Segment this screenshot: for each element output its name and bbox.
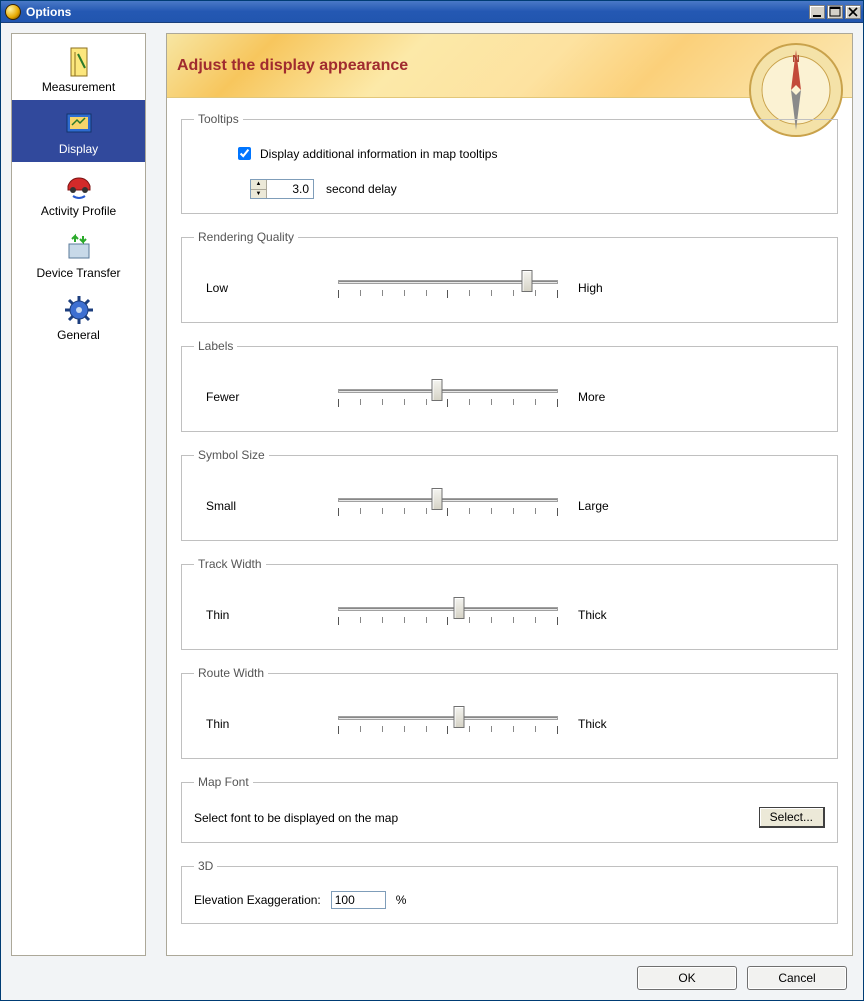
slider-low-label: Fewer [198,390,338,404]
route-width-group: Route Width Thin Thick [181,666,838,759]
track-width-group: Track Width Thin Thick [181,557,838,650]
sidebar-item-label: Measurement [42,80,115,94]
group-legend: Tooltips [194,112,243,126]
sidebar-item-display[interactable]: Display [12,100,145,162]
map-font-desc: Select font to be displayed on the map [194,811,398,825]
car-icon [63,170,95,202]
slider-high-label: Thick [558,608,678,622]
tooltips-checkbox[interactable] [238,147,251,160]
slider-low-label: Low [198,281,338,295]
group-legend: Map Font [194,775,253,789]
labels-group: Labels Fewer More [181,339,838,432]
spin-up-icon[interactable]: ▲ [251,180,266,190]
slider-high-label: High [558,281,678,295]
elevation-input[interactable] [331,891,386,909]
sidebar-item-label: General [57,328,100,342]
symbol-size-slider[interactable] [338,486,558,526]
window-buttons [807,5,861,19]
slider-high-label: Thick [558,717,678,731]
elevation-label: Elevation Exaggeration: [194,893,321,907]
sidebar-item-general[interactable]: General [12,286,145,348]
group-legend: Track Width [194,557,266,571]
track-width-slider[interactable] [338,595,558,635]
maximize-button[interactable] [827,5,843,19]
slider-low-label: Small [198,499,338,513]
svg-text:N: N [792,54,799,65]
select-font-button[interactable]: Select... [759,807,825,828]
titlebar: Options [1,1,863,23]
delay-spinner[interactable]: ▲ ▼ [250,179,314,199]
close-button[interactable] [845,5,861,19]
sidebar-item-device-transfer[interactable]: Device Transfer [12,224,145,286]
group-legend: Labels [194,339,237,353]
client-area: Measurement Display Ac [1,23,863,1000]
sidebar-item-label: Activity Profile [41,204,116,218]
transfer-icon [63,232,95,264]
dialog-footer: OK Cancel [11,956,853,1000]
banner: Adjust the display appearance N [167,34,852,98]
ruler-icon [63,46,95,78]
main-panel: Adjust the display appearance N Tooltips [166,33,853,956]
minimize-button[interactable] [809,5,825,19]
slider-low-label: Thin [198,717,338,731]
group-legend: Route Width [194,666,268,680]
delay-suffix: second delay [326,182,397,196]
sidebar: Measurement Display Ac [11,33,146,956]
group-legend: 3D [194,859,217,873]
tooltips-group: Tooltips Display additional information … [181,112,838,214]
spin-down-icon[interactable]: ▼ [251,190,266,199]
slider-low-label: Thin [198,608,338,622]
group-legend: Symbol Size [194,448,269,462]
symbol-size-group: Symbol Size Small Large [181,448,838,541]
rendering-quality-slider[interactable] [338,268,558,308]
app-icon [5,4,21,20]
elevation-unit: % [396,893,407,907]
group-legend: Rendering Quality [194,230,298,244]
slider-high-label: Large [558,499,678,513]
sidebar-item-measurement[interactable]: Measurement [12,38,145,100]
delay-input[interactable] [267,180,313,198]
map-font-group: Map Font Select font to be displayed on … [181,775,838,843]
rendering-quality-group: Rendering Quality Low High [181,230,838,323]
sidebar-item-activity-profile[interactable]: Activity Profile [12,162,145,224]
sidebar-item-label: Display [59,142,98,156]
tooltips-checkbox-label: Display additional information in map to… [260,147,497,161]
ok-button[interactable]: OK [637,966,737,990]
window-title: Options [26,5,807,19]
slider-high-label: More [558,390,678,404]
labels-slider[interactable] [338,377,558,417]
display-icon [63,108,95,140]
options-window: Options Measur [0,0,864,1001]
gear-icon [63,294,95,326]
threeD-group: 3D Elevation Exaggeration: % [181,859,838,924]
sidebar-item-label: Device Transfer [36,266,120,280]
page-heading: Adjust the display appearance [177,57,408,75]
route-width-slider[interactable] [338,704,558,744]
cancel-button[interactable]: Cancel [747,966,847,990]
